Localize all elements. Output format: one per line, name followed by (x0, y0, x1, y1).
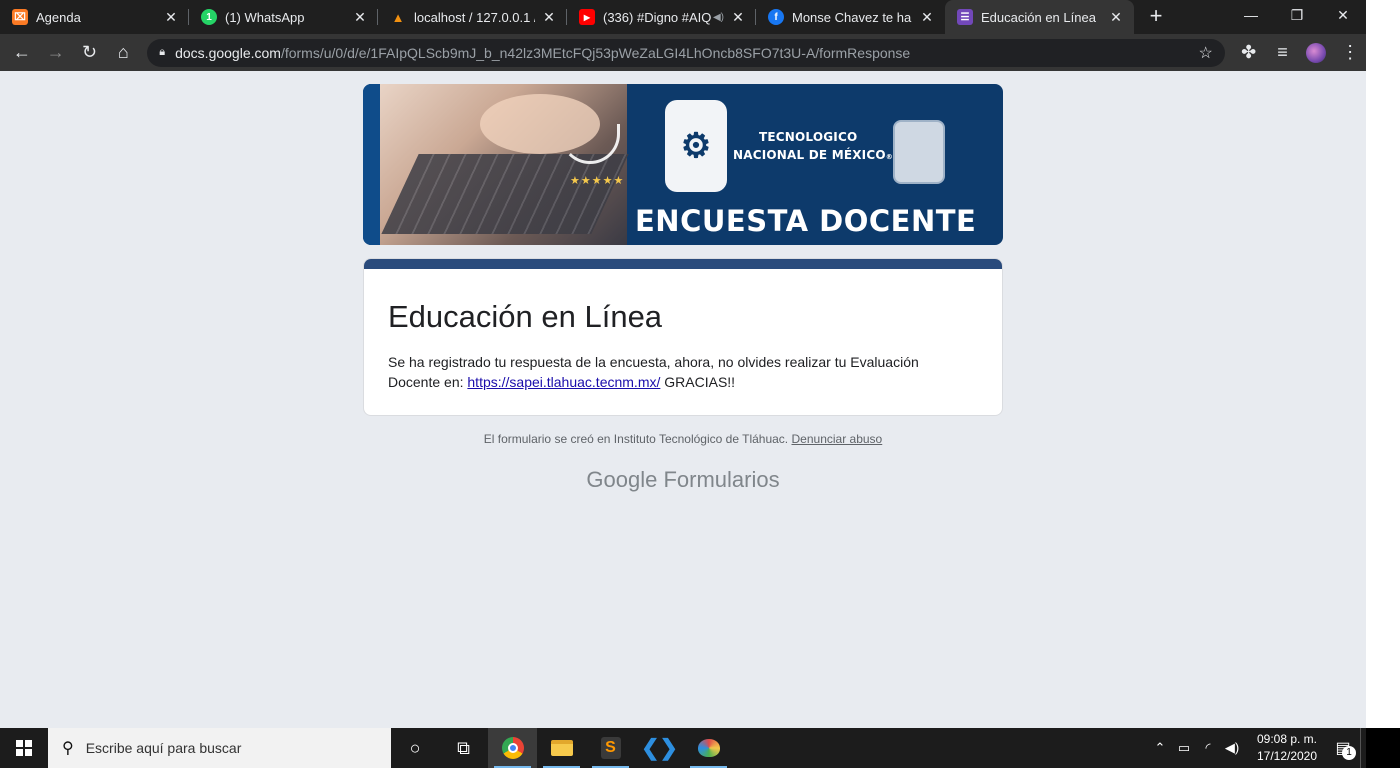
close-icon[interactable]: ✕ (919, 9, 935, 25)
url-host: docs.google.com (175, 44, 281, 61)
notification-center-icon[interactable]: ▤1 (1326, 728, 1360, 768)
chrome-icon (501, 737, 524, 759)
institution-name: TECNOLOGICO NACIONAL DE MÉXICO® (733, 130, 893, 162)
profile-avatar[interactable] (1300, 39, 1332, 67)
chevron-up-icon[interactable]: ⌃ (1148, 740, 1172, 756)
restore-button[interactable]: ❐ (1274, 0, 1320, 30)
xampp-icon: ⌧ (12, 9, 28, 25)
show-desktop-button[interactable] (1360, 728, 1366, 768)
tab-facebook[interactable]: f Monse Chavez te ha en ✕ (756, 0, 945, 34)
form-footer: El formulario se creó en Instituto Tecno… (363, 432, 1003, 446)
window-controls: — ❐ ✕ (1228, 0, 1366, 30)
evaluation-link[interactable]: https://sapei.tlahuac.tecnm.mx/ (467, 374, 660, 390)
report-abuse-link[interactable]: Denunciar abuso (792, 432, 883, 446)
menu-kebab-icon[interactable]: ⋮ (1334, 39, 1366, 67)
close-window-button[interactable]: ✕ (1320, 0, 1366, 30)
paint-taskbar-icon[interactable] (684, 728, 733, 768)
institute-seal (893, 120, 945, 184)
created-in-text: El formulario se creó en Instituto Tecno… (483, 432, 789, 446)
close-icon[interactable]: ✕ (352, 9, 368, 25)
back-button[interactable]: ← (6, 39, 38, 67)
tecnm-logo: ⚙ (665, 100, 727, 192)
form-header-banner: ★★★★★ ⚙ TECNOLOGICO NACIONAL DE MÉXICO® … (363, 84, 1003, 245)
clock-time: 09:08 p. m. (1256, 732, 1318, 746)
close-icon[interactable]: ✕ (730, 9, 746, 25)
phpmyadmin-icon: ▲ (391, 9, 405, 25)
bookmark-star-icon[interactable]: ☆ (1198, 43, 1212, 63)
close-icon[interactable]: ✕ (541, 9, 557, 25)
clock-date: 17/12/2020 (1256, 749, 1318, 763)
rating-stars-icon: ★★★★★ (570, 175, 625, 187)
file-explorer-taskbar-icon[interactable] (537, 728, 586, 768)
google-forms-logo[interactable]: Google Formularios (363, 467, 1003, 493)
tab-whatsapp[interactable]: 1 (1) WhatsApp ✕ (189, 0, 378, 34)
vscode-icon: ❮❯ (641, 735, 678, 760)
windows-logo-icon (16, 740, 32, 756)
tab-title: (336) #Digno #AIQ (603, 9, 711, 25)
card-accent-bar (364, 259, 1002, 269)
reload-button[interactable]: ↻ (74, 39, 106, 67)
google-forms-icon: ☰ (957, 9, 973, 25)
survey-title: ENCUESTA DOCENTE (635, 204, 977, 238)
clock[interactable]: 09:08 p. m. 17/12/2020 (1248, 731, 1326, 765)
screen: ⌧ Agenda ✕ 1 (1) WhatsApp ✕ ▲ localhost … (0, 0, 1400, 768)
vscode-taskbar-icon[interactable]: ❮❯ (635, 728, 684, 768)
tab-youtube[interactable]: ▶ (336) #Digno #AIQ ◀) ✕ (567, 0, 756, 34)
start-button[interactable] (0, 728, 48, 768)
tab-strip: ⌧ Agenda ✕ 1 (1) WhatsApp ✕ ▲ localhost … (0, 0, 1366, 34)
folder-icon (550, 740, 573, 756)
cortana-button[interactable]: ○ (391, 728, 439, 768)
tab-title: localhost / 127.0.0.1 / a (414, 9, 535, 25)
tab-phpmyadmin[interactable]: ▲ localhost / 127.0.0.1 / a ✕ (378, 0, 567, 34)
windows-taskbar: ⚲ Escribe aquí para buscar ○ ⧉ S ❮❯ ⌃ ▭ … (0, 728, 1366, 768)
right-edge (1366, 0, 1400, 728)
whatsapp-icon: 1 (201, 9, 217, 25)
tab-title: Agenda (36, 9, 81, 25)
laptop-photo: ★★★★★ (380, 84, 629, 245)
task-view-button[interactable]: ⧉ (439, 728, 488, 768)
home-button[interactable]: ⌂ (107, 39, 139, 67)
lock-icon[interactable]: 🔒︎ (159, 46, 165, 59)
tab-title: Educación en Línea (981, 9, 1096, 25)
close-icon[interactable]: ✕ (1108, 9, 1124, 25)
confirmation-message: Se ha registrado tu respuesta de la encu… (388, 354, 919, 390)
notification-badge: 1 (1342, 746, 1356, 760)
sublime-text-taskbar-icon[interactable]: S (586, 728, 635, 768)
close-icon[interactable]: ✕ (163, 9, 179, 25)
extensions-icon[interactable]: ✤ (1233, 39, 1265, 67)
search-icon: ⚲ (62, 740, 74, 757)
tab-title: (1) WhatsApp (225, 9, 305, 25)
avatar (1306, 42, 1327, 63)
youtube-icon: ▶ (579, 9, 595, 25)
chrome-taskbar-icon[interactable] (488, 728, 537, 768)
system-tray: ⌃ ▭ ◜ ◀) 09:08 p. m. 17/12/2020 ▤1 (1148, 728, 1366, 768)
address-bar[interactable]: 🔒︎ docs.google.com/forms/u/0/d/e/1FAIpQL… (147, 38, 1225, 67)
page-content: ★★★★★ ⚙ TECNOLOGICO NACIONAL DE MÉXICO® … (0, 71, 1366, 728)
form-title: Educación en Línea (388, 299, 663, 334)
facebook-icon: f (768, 9, 784, 25)
url-path: /forms/u/0/d/e/1FAIpQLScb9mJ_b_n42lz3MEt… (280, 44, 911, 61)
audio-icon[interactable]: ◀) (713, 12, 724, 23)
sublime-icon: S (600, 737, 621, 759)
tab-educacion-en-linea[interactable]: ☰ Educación en Línea ✕ (945, 0, 1134, 34)
new-tab-button[interactable]: + (1142, 3, 1170, 31)
search-placeholder: Escribe aquí para buscar (85, 740, 242, 756)
forward-button[interactable]: → (40, 39, 72, 67)
battery-icon[interactable]: ▭ (1172, 740, 1196, 756)
browser-toolbar: ← → ↻ ⌂ 🔒︎ docs.google.com/forms/u/0/d/e… (0, 34, 1366, 71)
confirmation-card: Educación en Línea Se ha registrado tu r… (363, 258, 1003, 416)
tab-agenda[interactable]: ⌧ Agenda ✕ (0, 0, 189, 34)
minimize-button[interactable]: — (1228, 0, 1274, 30)
volume-icon[interactable]: ◀) (1220, 740, 1244, 756)
taskbar-search[interactable]: ⚲ Escribe aquí para buscar (48, 728, 391, 768)
paint-palette-icon (697, 739, 720, 757)
media-control-icon[interactable]: ≡ (1267, 39, 1299, 67)
wifi-icon[interactable]: ◜ (1196, 740, 1220, 756)
tab-title: Monse Chavez te ha en (792, 9, 913, 25)
